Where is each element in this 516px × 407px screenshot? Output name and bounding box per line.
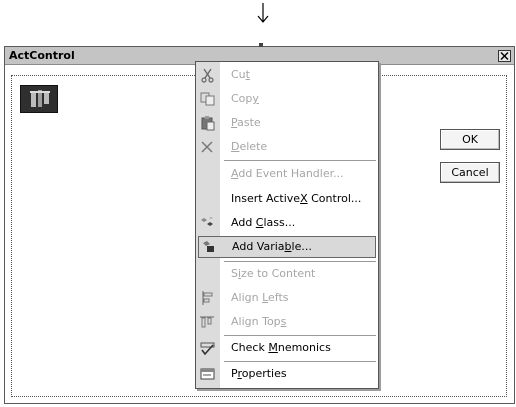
- menu-separator: [224, 160, 376, 161]
- window-title: ActControl: [9, 49, 75, 62]
- menu-separator: [224, 261, 376, 262]
- menu-item-add-variable[interactable]: Add Variable...: [198, 236, 376, 258]
- scissors-icon: [201, 68, 214, 83]
- delete-icon: [201, 141, 213, 153]
- activex-control-icon[interactable]: [20, 85, 58, 113]
- menu-item-label: Align Lefts: [231, 291, 289, 304]
- menu-item-check-mnemonics[interactable]: Check Mnemonics: [196, 337, 378, 359]
- menu-item-add-event-handler[interactable]: Add Event Handler...: [196, 163, 378, 185]
- align-tops-icon: [200, 316, 214, 328]
- menu-item-label: Size to Content: [231, 267, 316, 280]
- copy-icon: [200, 92, 215, 106]
- menu-item-align-lefts[interactable]: Align Lefts: [196, 287, 378, 309]
- menu-item-label: Check Mnemonics: [231, 341, 331, 354]
- menu-item-label: Cut: [231, 68, 250, 81]
- menu-item-label: Insert ActiveX Control...: [231, 192, 362, 205]
- add-variable-icon: [203, 241, 214, 252]
- align-lefts-icon: [202, 291, 213, 305]
- menu-item-copy[interactable]: Copy: [196, 88, 378, 110]
- menu-item-insert-activex-control[interactable]: Insert ActiveX Control...: [196, 188, 378, 210]
- properties-icon: [200, 368, 215, 380]
- menu-item-add-class[interactable]: Add Class...: [196, 212, 378, 234]
- menu-item-size-to-content[interactable]: Size to Content: [196, 263, 378, 285]
- menu-item-label: Properties: [231, 367, 287, 380]
- menu-separator: [224, 361, 376, 362]
- menu-item-label: Add Class...: [231, 216, 296, 229]
- menu-separator: [224, 335, 376, 336]
- ok-button[interactable]: OK: [440, 129, 500, 150]
- paste-icon: [201, 116, 215, 131]
- check-mnemonics-icon: [200, 342, 215, 356]
- cancel-button[interactable]: Cancel: [440, 162, 500, 183]
- menu-item-label: Add Event Handler...: [231, 167, 344, 180]
- menu-item-label: Paste: [231, 116, 261, 129]
- menu-item-delete[interactable]: Delete: [196, 136, 378, 158]
- menu-item-label: Add Variable...: [232, 240, 312, 253]
- menu-item-align-tops[interactable]: Align Tops: [196, 311, 378, 333]
- selection-handle[interactable]: [259, 43, 263, 47]
- menu-item-properties[interactable]: Properties: [196, 363, 378, 385]
- menu-item-label: Delete: [231, 140, 268, 153]
- menu-item-label: Copy: [231, 92, 259, 105]
- down-arrow-icon: [257, 3, 269, 23]
- context-menu: Cut Copy Paste Delete Add Event Handler.…: [195, 61, 379, 389]
- menu-item-paste[interactable]: Paste: [196, 112, 378, 134]
- add-class-icon: [201, 217, 213, 226]
- menu-item-label: Align Tops: [231, 315, 287, 328]
- menu-item-cut[interactable]: Cut: [196, 64, 378, 86]
- close-icon: [500, 52, 509, 60]
- close-button[interactable]: [498, 50, 511, 62]
